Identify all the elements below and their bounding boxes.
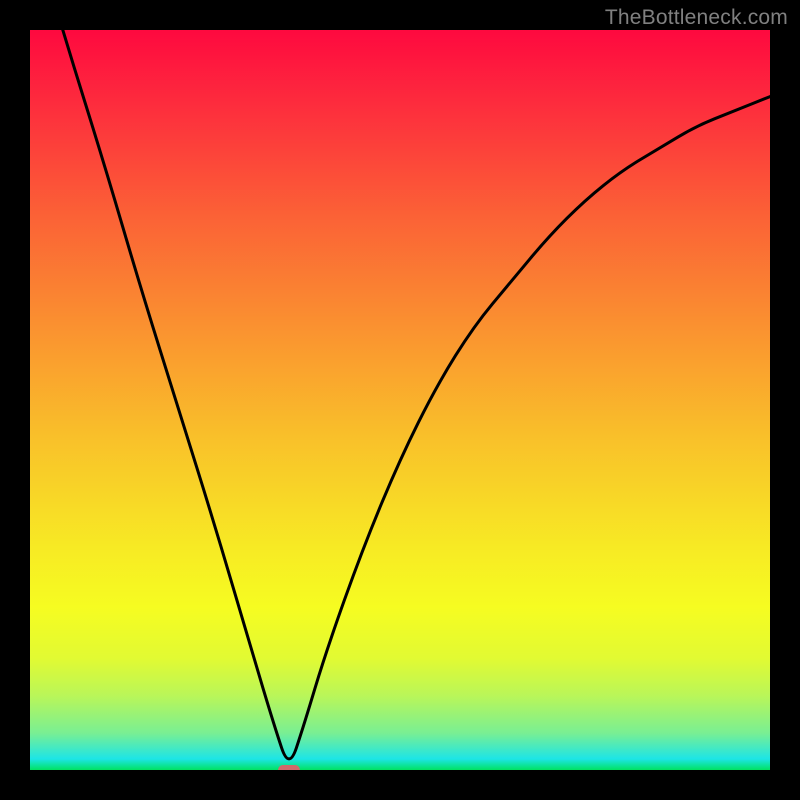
bottleneck-curve [30,30,770,770]
optimal-marker [278,765,300,770]
chart-frame: TheBottleneck.com [0,0,800,800]
plot-area [30,30,770,770]
watermark-text: TheBottleneck.com [605,6,788,30]
